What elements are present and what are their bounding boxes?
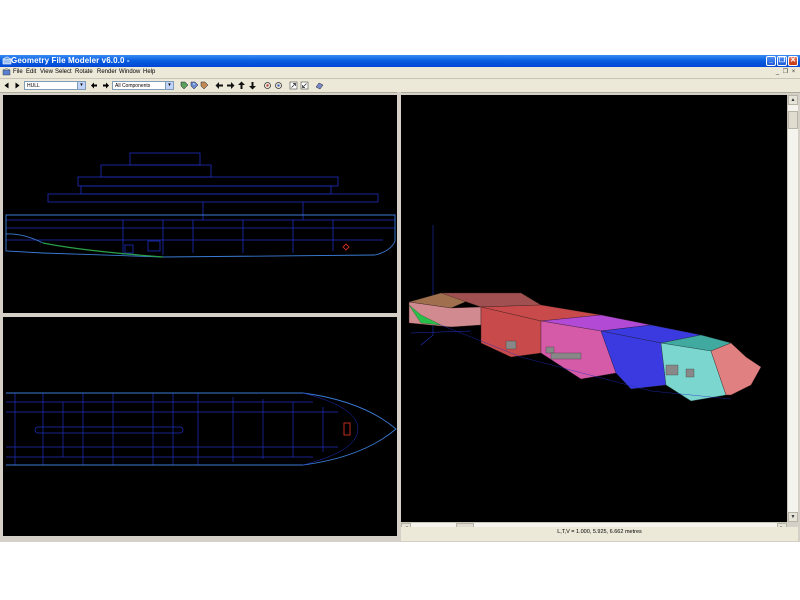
move-up-icon[interactable] — [237, 81, 246, 90]
menu-window[interactable]: Window — [119, 67, 140, 78]
rotate-y-icon[interactable] — [274, 81, 283, 90]
tag-remove-icon[interactable] — [200, 81, 209, 90]
restore-button[interactable]: ❐ — [777, 56, 787, 66]
toolbar: HULL ▾ All Components ▾ — [0, 79, 800, 93]
plan-view-drawing — [6, 392, 397, 466]
close-button[interactable]: ✕ — [788, 56, 798, 66]
title-bar[interactable]: Geometry File Modeler v6.0.0 - _ ❐ ✕ — [0, 55, 800, 67]
document-icon[interactable] — [2, 68, 11, 77]
chevron-down-icon[interactable]: ▾ — [165, 82, 173, 89]
mdi-minimize-button[interactable]: _ — [774, 68, 781, 76]
menu-bar: File Edit View Select Rotate Render Wind… — [0, 67, 800, 79]
menu-rotate[interactable]: Rotate — [75, 67, 93, 78]
mdi-restore-button[interactable]: ❐ — [782, 68, 789, 76]
application-window: Geometry File Modeler v6.0.0 - _ ❐ ✕ Fil… — [0, 55, 800, 542]
hull-3d-model — [408, 225, 762, 402]
vertical-scrollbar[interactable]: ▲ ▼ — [787, 95, 798, 522]
side-elevation-drawing — [5, 152, 396, 258]
zoom-out-icon[interactable] — [300, 81, 309, 90]
component-filter-select[interactable]: All Components ▾ — [112, 81, 174, 90]
component-select-value: HULL — [27, 83, 40, 89]
arrow-left-icon[interactable] — [90, 81, 99, 90]
scroll-down-button[interactable]: ▼ — [788, 512, 798, 522]
menu-view[interactable]: View — [40, 67, 53, 78]
move-right-icon[interactable] — [226, 81, 235, 90]
mdi-close-button[interactable]: × — [790, 68, 797, 76]
menu-help[interactable]: Help — [143, 67, 155, 78]
arrow-right-icon[interactable] — [101, 81, 110, 90]
rotate-x-icon[interactable] — [263, 81, 272, 90]
scroll-up-button[interactable]: ▲ — [788, 95, 798, 105]
vertical-scroll-thumb[interactable] — [788, 111, 798, 129]
plan-viewport[interactable] — [3, 317, 397, 536]
side-elevation-viewport[interactable] — [3, 95, 397, 313]
coordinate-readout: L,T,V = 1.000, 5.925, 6.662 metres — [557, 529, 642, 535]
tag-icon[interactable] — [180, 81, 189, 90]
menu-select[interactable]: Select — [55, 67, 72, 78]
menu-edit[interactable]: Edit — [26, 67, 36, 78]
next-component-icon[interactable] — [13, 81, 22, 90]
perspective-3d-viewport[interactable] — [401, 95, 787, 522]
status-bar: L,T,V = 1.000, 5.925, 6.662 metres — [401, 527, 798, 541]
menu-file[interactable]: File — [13, 67, 23, 78]
render-icon[interactable] — [315, 81, 324, 90]
tag-add-icon[interactable] — [190, 81, 199, 90]
component-filter-value: All Components — [115, 83, 151, 89]
menu-render[interactable]: Render — [97, 67, 117, 78]
zoom-in-icon[interactable] — [289, 81, 298, 90]
chevron-down-icon[interactable]: ▾ — [77, 82, 85, 89]
move-down-icon[interactable] — [248, 81, 257, 90]
move-left-icon[interactable] — [215, 81, 224, 90]
previous-component-icon[interactable] — [2, 81, 11, 90]
component-select[interactable]: HULL ▾ — [24, 81, 86, 90]
minimize-button[interactable]: _ — [766, 56, 776, 66]
window-title: Geometry File Modeler v6.0.0 - — [11, 56, 130, 65]
